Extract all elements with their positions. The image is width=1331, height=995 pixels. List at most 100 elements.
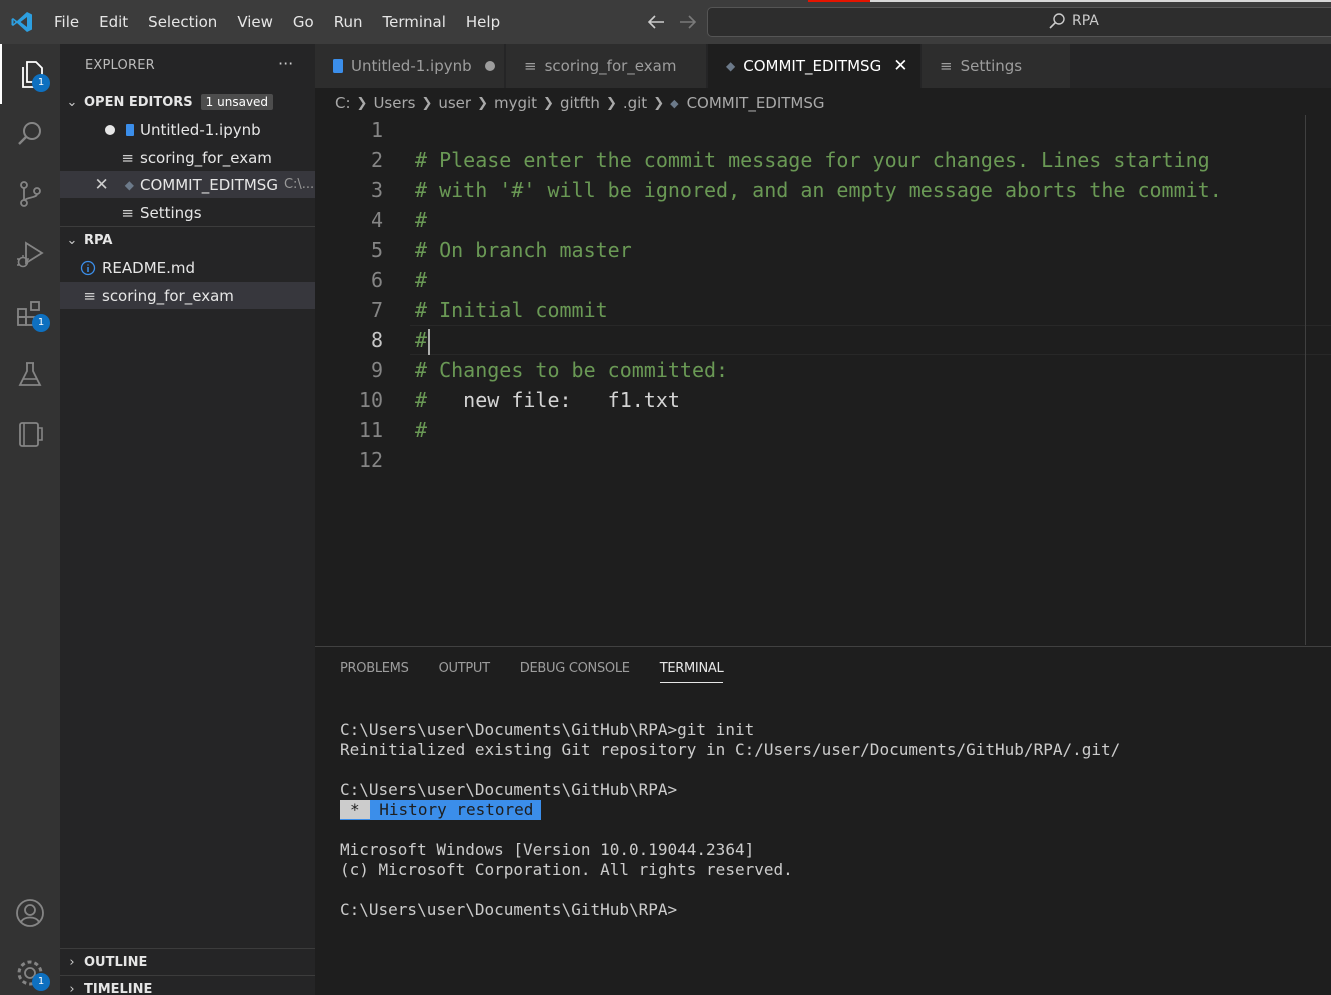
menu-file[interactable]: File xyxy=(44,0,89,44)
more-actions-icon[interactable]: ··· xyxy=(278,54,293,73)
menu-run[interactable]: Run xyxy=(324,0,373,44)
accounts-button[interactable] xyxy=(0,883,60,943)
explorer-button[interactable]: 1 xyxy=(0,44,60,104)
text-file-icon: ≡ xyxy=(121,148,134,167)
code-line: 7 # Initial commit xyxy=(315,295,1305,325)
tab-commit-editmsg[interactable]: ◆ COMMIT_EDITMSG ✕ xyxy=(708,44,921,88)
panel-tab-problems[interactable]: PROBLEMS xyxy=(340,661,409,683)
settings-badge: 1 xyxy=(32,973,50,991)
forward-arrow-icon[interactable] xyxy=(677,10,699,34)
unsaved-dot-icon[interactable] xyxy=(484,60,496,72)
terminal-blank xyxy=(340,760,1120,780)
outline-header[interactable]: › OUTLINE xyxy=(60,949,315,975)
line-number: 6 xyxy=(370,268,383,292)
line-text: # xyxy=(415,328,428,352)
line-text-rest: new file: f1.txt xyxy=(427,388,680,412)
manage-button[interactable]: 1 xyxy=(0,943,60,995)
line-number: 1 xyxy=(370,118,383,142)
open-editor-settings[interactable]: ≡ Settings xyxy=(60,199,315,226)
open-editors-header[interactable]: ⌄ OPEN EDITORS 1 unsaved xyxy=(60,89,315,115)
open-editor-commit-editmsg[interactable]: ✕ ◆ COMMIT_EDITMSG C:\... xyxy=(60,171,315,198)
open-editor-untitled[interactable]: Untitled-1.ipynb xyxy=(60,116,315,143)
explorer-sidebar: EXPLORER ··· ⌄ OPEN EDITORS 1 unsaved Un… xyxy=(60,44,315,995)
code-editor[interactable]: 1 2 # Please enter the commit message for… xyxy=(315,115,1331,645)
breadcrumb-item[interactable]: COMMIT_EDITMSG xyxy=(687,94,825,112)
chevron-right-icon: › xyxy=(69,981,75,995)
timeline-header[interactable]: › TIMELINE xyxy=(60,976,315,995)
menu-terminal[interactable]: Terminal xyxy=(373,0,456,44)
line-number: 8 xyxy=(370,328,383,352)
line-number: 5 xyxy=(370,238,383,262)
magnifier-icon xyxy=(18,122,41,145)
open-editor-label: Settings xyxy=(140,203,202,222)
file-readme[interactable]: README.md xyxy=(60,254,315,281)
breadcrumb-item[interactable]: gitfth xyxy=(560,94,600,112)
line-number: 2 xyxy=(370,148,383,172)
menu-view[interactable]: View xyxy=(227,0,283,44)
terminal-line: Microsoft Windows [Version 10.0.19044.23… xyxy=(340,840,755,859)
chevron-right-icon: ❯ xyxy=(543,95,554,111)
panel-tab-debug-console[interactable]: DEBUG CONSOLE xyxy=(520,661,630,683)
line-text: # On branch master xyxy=(415,238,632,262)
chevron-right-icon: › xyxy=(69,954,75,970)
back-arrow-icon[interactable] xyxy=(645,10,667,34)
git-file-icon: ◆ xyxy=(670,96,679,110)
menu-help[interactable]: Help xyxy=(456,0,510,44)
progress-indicator-red xyxy=(808,0,870,2)
folder-header-rpa[interactable]: ⌄ RPA xyxy=(60,227,315,253)
open-editor-scoring[interactable]: ≡ scoring_for_exam xyxy=(60,144,315,171)
code-line: 10 # new file: f1.txt xyxy=(315,385,1305,415)
notebook-icon xyxy=(19,422,43,447)
account-icon xyxy=(16,899,44,927)
notebook-button[interactable] xyxy=(0,404,60,464)
tab-label: Settings xyxy=(960,57,1023,75)
git-file-icon: ◆ xyxy=(124,177,134,192)
breadcrumb-item[interactable]: .git xyxy=(623,94,647,112)
panel-tabs: PROBLEMS OUTPUT DEBUG CONSOLE TERMINAL xyxy=(340,661,724,683)
vscode-logo-icon xyxy=(11,12,32,32)
search-view-button[interactable] xyxy=(0,104,60,164)
run-debug-button[interactable] xyxy=(0,224,60,284)
line-text: # xyxy=(415,418,428,442)
source-control-button[interactable] xyxy=(0,164,60,224)
panel-tab-terminal[interactable]: TERMINAL xyxy=(659,661,724,683)
panel-tab-output[interactable]: OUTPUT xyxy=(439,661,490,683)
history-text: History restored xyxy=(379,800,534,819)
terminal-line: (c) Microsoft Corporation. All rights re… xyxy=(340,860,793,879)
editor-tabs: Untitled-1.ipynb ≡ scoring_for_exam ◆ CO… xyxy=(315,44,1331,88)
close-icon[interactable]: ✕ xyxy=(893,56,907,76)
search-icon xyxy=(1049,13,1065,29)
line-number: 3 xyxy=(370,178,383,202)
breadcrumb-item[interactable]: user xyxy=(438,94,471,112)
line-text: # xyxy=(415,208,428,232)
file-scoring[interactable]: ≡ scoring_for_exam xyxy=(60,282,315,309)
code-line: 6 # xyxy=(315,265,1305,295)
breadcrumb-item[interactable]: mygit xyxy=(494,94,537,112)
extensions-button[interactable]: 1 xyxy=(0,284,60,344)
run-debug-icon xyxy=(17,241,44,268)
close-icon[interactable]: ✕ xyxy=(95,175,109,195)
breadcrumb-item[interactable]: C: xyxy=(335,94,351,112)
navigation-arrows xyxy=(645,10,699,34)
title-bar: File Edit Selection View Go Run Terminal… xyxy=(0,0,1331,44)
menu-go[interactable]: Go xyxy=(283,0,324,44)
settings-file-icon: ≡ xyxy=(940,57,953,75)
line-text: # xyxy=(415,268,428,292)
tab-settings[interactable]: ≡ Settings xyxy=(922,44,1071,88)
tab-scoring[interactable]: ≡ scoring_for_exam xyxy=(506,44,707,88)
progress-indicator-track xyxy=(870,0,1331,2)
extensions-badge: 1 xyxy=(32,314,50,332)
menu-selection[interactable]: Selection xyxy=(138,0,227,44)
breadcrumb-item[interactable]: Users xyxy=(373,94,415,112)
tab-untitled[interactable]: Untitled-1.ipynb xyxy=(315,44,505,88)
terminal-line: Reinitialized existing Git repository in… xyxy=(340,740,1121,759)
line-text: # Changes to be committed: xyxy=(415,358,729,382)
code-line: 5 # On branch master xyxy=(315,235,1305,265)
code-line: 9 # Changes to be committed: xyxy=(315,355,1305,385)
menu-edit[interactable]: Edit xyxy=(89,0,138,44)
line-text: # with '#' will be ignored, and an empty… xyxy=(415,178,1222,202)
terminal-output[interactable]: C:\Users\user\Documents\GitHub\RPA>git i… xyxy=(340,720,1120,920)
notebook-file-icon xyxy=(333,59,343,73)
testing-button[interactable] xyxy=(0,344,60,404)
command-center-search[interactable]: RPA xyxy=(707,7,1331,37)
